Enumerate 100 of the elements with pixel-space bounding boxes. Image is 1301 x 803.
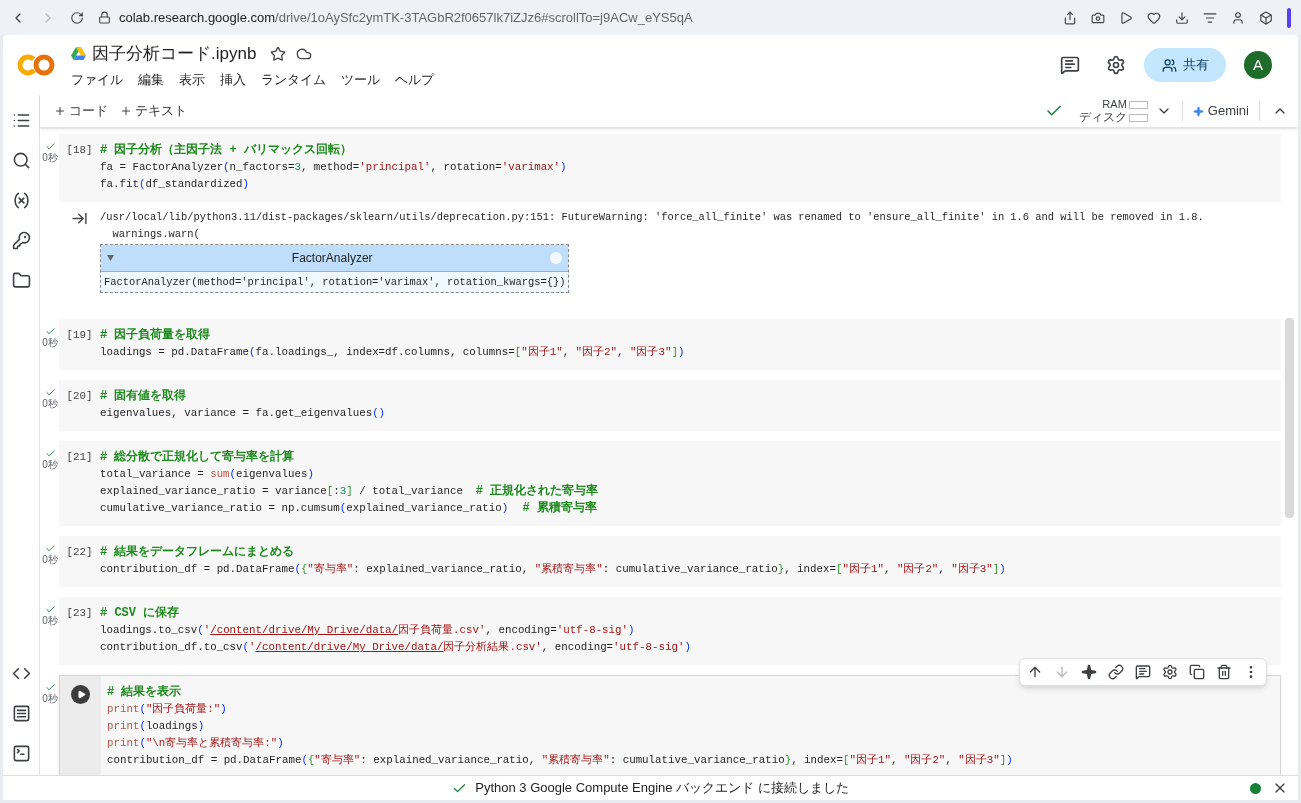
- add-text-button[interactable]: テキスト: [120, 101, 187, 121]
- sparkle-icon: [1192, 105, 1204, 117]
- code-line: fa.fit(df_standardized): [100, 177, 250, 192]
- search-icon[interactable]: [11, 151, 31, 170]
- disk-meter: [1128, 113, 1148, 122]
- key-icon[interactable]: [11, 231, 31, 250]
- code-line: print("\n寄与率と累積寄与率:"): [107, 736, 284, 751]
- menu-item[interactable]: ツール: [341, 69, 380, 89]
- widget-title[interactable]: FactorAnalyzer: [291, 249, 373, 267]
- add-code-button[interactable]: コード: [54, 101, 108, 121]
- share-icon[interactable]: [1063, 10, 1077, 25]
- code-line: # 因子負荷量を取得: [100, 327, 211, 344]
- code-cell[interactable]: [18] # 因子分析（主因子法 + バリマックス回転） fa = FactorAnalyzer(n_factors=3, method='principal', rotation='varimax') fa.fit(df_standardized): [59, 134, 1281, 202]
- run-time: 0秒: [42, 554, 58, 565]
- run-time: 0秒: [42, 337, 58, 348]
- move-up-icon[interactable]: [1027, 664, 1043, 680]
- scrollbar[interactable]: [1285, 318, 1294, 518]
- execution-count: [21]: [66, 450, 93, 465]
- plus-icon: [120, 105, 132, 117]
- heart-icon[interactable]: [1147, 10, 1161, 25]
- code-cell[interactable]: [22] # 結果をデータフレームにまとめる contribution_df = pd.DataFrame({"寄与率": explained_variance_ratio, "累積寄与率": cumulative_variance_ratio}, index=["因子1", "因子2", "因子3"]): [59, 536, 1281, 587]
- terminal-icon[interactable]: [11, 744, 31, 763]
- ram-label: RAM: [1102, 98, 1127, 111]
- play-icon[interactable]: [1119, 10, 1133, 25]
- camera-icon[interactable]: [1091, 10, 1105, 25]
- command-palette-icon[interactable]: [11, 704, 31, 723]
- variables-icon[interactable]: [11, 191, 31, 210]
- code-line: print(loadings): [107, 719, 205, 734]
- code-line: # CSV に保存: [100, 605, 180, 622]
- code-cell[interactable]: [23] # CSV に保存 loadings.to_csv('/content/drive/My Drive/data/因子負荷量.csv', encoding='utf-8-sig') contribution_df.to_csv('/content/drive/My Drive/data/因子分析結果.csv', encoding='utf-8-sig'): [59, 597, 1281, 665]
- status-message: Python 3 Google Compute Engine バックエンド に接続しました: [475, 779, 849, 798]
- menu-item[interactable]: ヘルプ: [395, 69, 434, 89]
- table-of-contents-icon[interactable]: [11, 111, 31, 130]
- code-line: # 固有値を取得: [100, 388, 187, 405]
- colab-logo[interactable]: [17, 53, 57, 77]
- widget-body: FactorAnalyzer(method='principal', rotation='varimax', rotation_kwargs={}): [101, 271, 569, 292]
- reload-icon[interactable]: [70, 10, 84, 25]
- delete-icon[interactable]: [1216, 664, 1232, 680]
- code-line: eigenvalues, variance = fa.get_eigenvalues(): [100, 406, 386, 421]
- avatar[interactable]: A: [1244, 51, 1272, 79]
- output-text: /usr/local/lib/python3.11/dist-packages/sklearn/utils/deprecation.py:151: FutureWarning: 'force_all_finite' was renamed to 'ensure_all_finite' in 1.6 and will be removed in 1.8.: [100, 210, 1204, 225]
- run-time: 0秒: [42, 459, 58, 470]
- extension-icon[interactable]: [1259, 10, 1273, 25]
- folder-icon[interactable]: [11, 271, 31, 290]
- comment-icon[interactable]: [1135, 664, 1151, 680]
- mirror-cell-icon[interactable]: [1189, 664, 1205, 680]
- run-time: 0秒: [42, 398, 58, 409]
- menu-item[interactable]: 挿入: [220, 69, 246, 89]
- code-cell[interactable]: [21] # 総分散で正規化して寄与率を計算 total_variance = sum(eigenvalues) explained_variance_ratio = variance[:3] / total_variance # 正規化された寄与率 cumulative_variance_ratio = np.cumsum(explained_variance_ratio) # 累積寄与率: [59, 441, 1281, 526]
- run-time: 0秒: [42, 615, 58, 626]
- menu-item[interactable]: ランタイム: [261, 69, 326, 89]
- code-line: # 結果を表示: [107, 684, 182, 701]
- people-icon: [1161, 57, 1177, 73]
- code-line: total_variance = sum(eigenvalues): [100, 467, 314, 482]
- code-cell[interactable]: [19] # 因子負荷量を取得 loadings = pd.DataFrame(fa.loadings_, index=df.columns, columns=["因子1", "因子2", "因子3"]): [59, 319, 1281, 370]
- execution-count: [19]: [66, 328, 93, 343]
- play-icon: [76, 690, 86, 699]
- sidebar-indicator[interactable]: [1287, 7, 1291, 28]
- ram-meter: [1128, 100, 1148, 109]
- gemini-button[interactable]: Gemini: [1192, 101, 1249, 121]
- code-line: # 総分散で正規化して寄与率を計算: [100, 449, 295, 466]
- settings-icon[interactable]: [1106, 55, 1126, 75]
- code-cell[interactable]: [20] # 固有値を取得 eigenvalues, variance = fa.get_eigenvalues(): [59, 380, 1281, 431]
- code-line: explained_variance_ratio = variance[:3] / total_variance # 正規化された寄与率: [100, 483, 599, 500]
- code-line: contribution_df.to_csv('/content/drive/My Drive/data/因子分析結果.csv', encoding='utf-8-sig'): [100, 640, 691, 655]
- code-cell[interactable]: # 結果を表示 print("因子負荷量:") print(loadings) print("\n寄与率と累積寄与率:") contribution_df = pd.DataFrame({"寄与率": explained_variance_ratio, "累積寄与率": cumulative_variance_ratio}, index=["因子1", "因子2", "因子3"]): [59, 675, 1281, 775]
- code-line: # 因子分析（主因子法 + バリマックス回転）: [100, 142, 352, 159]
- link-icon[interactable]: [1108, 664, 1124, 680]
- output-icon[interactable]: [71, 210, 88, 227]
- menu-item[interactable]: 表示: [179, 69, 205, 89]
- star-icon[interactable]: [270, 45, 287, 62]
- execution-count: [18]: [66, 143, 93, 158]
- tab-list-icon[interactable]: [1203, 10, 1217, 25]
- menu-item[interactable]: ファイル: [71, 69, 123, 89]
- code-line: print("因子負荷量:"): [107, 702, 227, 717]
- code-line: contribution_df = pd.DataFrame({"寄与率": explained_variance_ratio, "累積寄与率": cumulative_variance_ratio}, index=["因子1", "因子2", "因子3"]): [100, 562, 1006, 577]
- settings-icon[interactable]: [1162, 664, 1178, 680]
- sparkle-icon[interactable]: [1081, 664, 1097, 680]
- notebook-title[interactable]: 因子分析コード.ipynb: [92, 41, 257, 67]
- menu-item[interactable]: 編集: [138, 69, 164, 89]
- code-line: loadings = pd.DataFrame(fa.loadings_, index=df.columns, columns=["因子1", "因子2", "因子3"]): [100, 345, 685, 360]
- code-line: fa = FactorAnalyzer(n_factors=3, method='principal', rotation='varimax'): [100, 160, 567, 175]
- output-text: warnings.warn(: [111, 227, 200, 242]
- plus-icon: [54, 105, 66, 117]
- execution-count: [23]: [66, 606, 93, 621]
- profile-icon[interactable]: [1231, 10, 1245, 25]
- comment-icon[interactable]: [1060, 55, 1080, 75]
- share-button[interactable]: 共有: [1144, 48, 1226, 82]
- execution-count: [20]: [66, 389, 93, 404]
- run-button[interactable]: [71, 685, 90, 704]
- code-line: cumulative_variance_ratio = np.cumsum(explained_variance_ratio) # 累積寄与率: [100, 500, 598, 517]
- code-line: # 結果をデータフレームにまとめる: [100, 544, 295, 561]
- caret-icon[interactable]: [107, 255, 114, 261]
- drive-icon: [71, 47, 86, 61]
- execution-count: [22]: [66, 545, 93, 560]
- download-icon[interactable]: [1175, 10, 1189, 25]
- run-time: 0秒: [42, 693, 58, 704]
- code-line: loadings.to_csv('/content/drive/My Drive/data/因子負荷量.csv', encoding='utf-8-sig'): [100, 623, 635, 638]
- disk-label: ディスク: [1078, 111, 1127, 124]
- run-time: 0秒: [42, 152, 58, 163]
